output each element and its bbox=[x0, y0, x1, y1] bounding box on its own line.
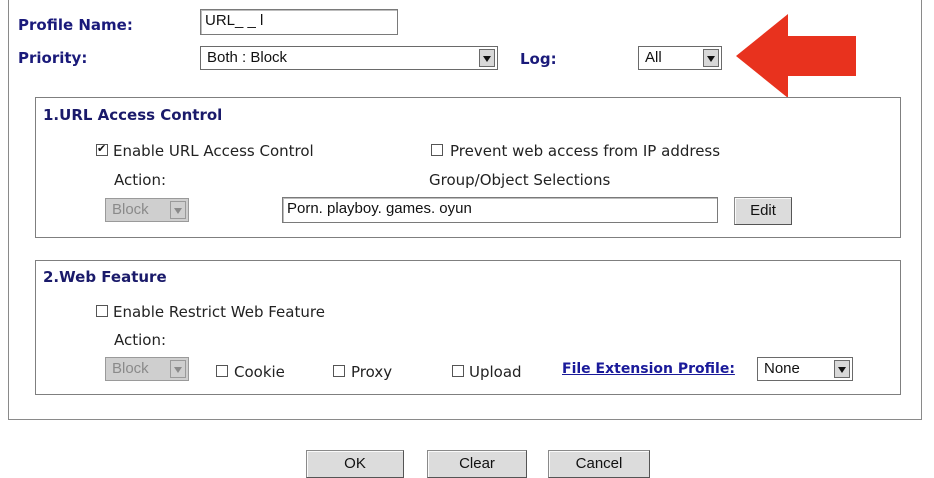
edit-button[interactable]: Edit bbox=[734, 197, 792, 225]
red-arrow-left-icon bbox=[736, 14, 856, 98]
log-select-value: All bbox=[645, 49, 662, 66]
priority-select-value: Both : Block bbox=[207, 49, 288, 66]
chevron-down-icon[interactable] bbox=[834, 360, 850, 378]
chevron-down-icon bbox=[170, 360, 186, 378]
priority-label: Priority: bbox=[18, 49, 88, 67]
clear-button[interactable]: Clear bbox=[427, 450, 527, 478]
prevent-ip-access-checkbox[interactable] bbox=[431, 144, 443, 156]
upload-label: Upload bbox=[469, 363, 522, 381]
ok-button[interactable]: OK bbox=[306, 450, 404, 478]
web-feature-action-select: Block bbox=[105, 357, 189, 381]
group-object-selections-label: Group/Object Selections bbox=[429, 171, 611, 189]
file-extension-profile-link[interactable]: File Extension Profile: bbox=[562, 361, 735, 377]
url-access-control-title: 1.URL Access Control bbox=[43, 106, 223, 124]
chevron-down-icon[interactable] bbox=[703, 49, 719, 67]
priority-select[interactable]: Both : Block bbox=[200, 46, 498, 70]
web-feature-action-select-value: Block bbox=[112, 360, 149, 377]
profile-name-input[interactable]: URL_ _ l bbox=[200, 9, 398, 35]
cookie-checkbox[interactable] bbox=[216, 365, 228, 377]
upload-checkbox[interactable] bbox=[452, 365, 464, 377]
prevent-ip-access-label: Prevent web access from IP address bbox=[450, 142, 721, 160]
cancel-button[interactable]: Cancel bbox=[548, 450, 650, 478]
chevron-down-icon[interactable] bbox=[479, 49, 495, 67]
cookie-label: Cookie bbox=[234, 363, 285, 381]
url-action-select: Block bbox=[105, 198, 189, 222]
enable-restrict-web-feature-checkbox[interactable] bbox=[96, 305, 108, 317]
proxy-label: Proxy bbox=[351, 363, 393, 381]
group-object-input[interactable]: Porn. playboy. games. oyun bbox=[282, 197, 718, 223]
url-action-select-value: Block bbox=[112, 201, 149, 218]
url-action-label: Action: bbox=[114, 171, 167, 189]
proxy-checkbox[interactable] bbox=[333, 365, 345, 377]
log-label: Log: bbox=[520, 50, 557, 68]
enable-restrict-web-feature-label: Enable Restrict Web Feature bbox=[113, 303, 325, 321]
chevron-down-icon bbox=[170, 201, 186, 219]
profile-name-label: Profile Name: bbox=[18, 16, 133, 34]
file-extension-profile-value: None bbox=[764, 360, 800, 377]
web-feature-title: 2.Web Feature bbox=[43, 268, 167, 286]
file-extension-profile-select[interactable]: None bbox=[757, 357, 853, 381]
log-select[interactable]: All bbox=[638, 46, 722, 70]
web-feature-action-label: Action: bbox=[114, 331, 167, 349]
enable-url-access-checkbox[interactable] bbox=[96, 142, 108, 156]
enable-url-access-label: Enable URL Access Control bbox=[113, 142, 314, 160]
